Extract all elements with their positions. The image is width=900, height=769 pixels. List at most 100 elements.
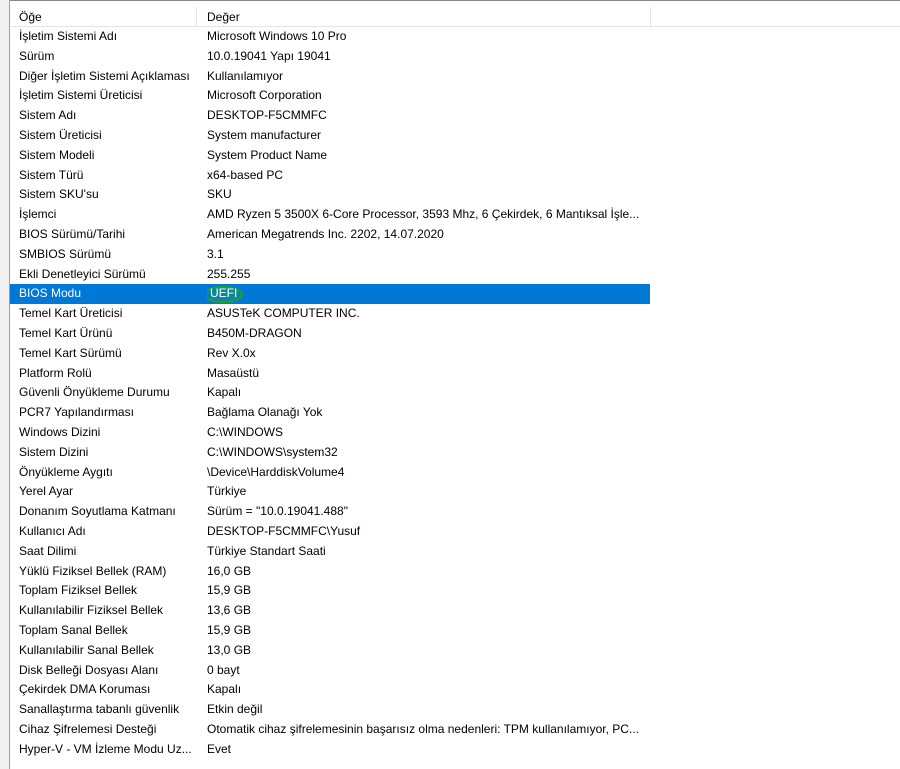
row-item-label: Cihaz Şifrelemesi Desteği <box>19 721 157 736</box>
row-item-label: Temel Kart Üreticisi <box>19 306 123 321</box>
list-rows: İşletim Sistemi Adı Microsoft Windows 10 … <box>10 27 900 759</box>
row-item-label: İşletim Sistemi Adı <box>19 29 118 43</box>
circled-highlight-marker: UEFI <box>207 284 244 304</box>
row-item-label: Güvenli Önyükleme Durumu <box>19 385 170 400</box>
row-item-label: Toplam Fiziksel Bellek <box>19 583 138 598</box>
table-row[interactable]: Sistem Modeli System Product Name <box>10 146 900 166</box>
table-row[interactable]: BIOS Sürümü/Tarihi American Megatrends In… <box>10 225 900 245</box>
table-row-selected[interactable]: BIOS Modu UEFI <box>10 284 900 305</box>
row-item-label: İşletim Sistemi Üreticisi <box>19 88 143 103</box>
row-value: DESKTOP-F5CMMFC <box>207 108 327 123</box>
row-item-label: BIOS Modu <box>19 286 82 301</box>
row-item-label: Önyükleme Aygıtı <box>19 464 113 479</box>
row-value: Türkiye Standart Saati <box>207 543 326 558</box>
table-row[interactable]: Donanım Soyutlama Katmanı Sürüm = "10.0.1… <box>10 502 900 522</box>
table-row[interactable]: Temel Kart Üreticisi ASUSTeK COMPUTER INC… <box>10 304 900 324</box>
row-value: 0 bayt <box>207 662 240 677</box>
row-value: 16,0 GB <box>207 563 252 578</box>
row-value: AMD Ryzen 5 3500X 6-Core Processor, 3593… <box>207 207 640 222</box>
table-row[interactable]: Sanallaştırma tabanlı güvenlik Etkin deği… <box>10 700 900 720</box>
table-row[interactable]: Kullanılabilir Sanal Bellek 13,0 GB <box>10 641 900 661</box>
table-row[interactable]: Sistem Dizini C:\WINDOWS\system32 <box>10 443 900 463</box>
table-row[interactable]: SMBIOS Sürümü 3.1 <box>10 245 900 265</box>
table-row[interactable]: Saat Dilimi Türkiye Standart Saati <box>10 542 900 562</box>
row-value: American Megatrends Inc. 2202, 14.07.202… <box>207 226 444 241</box>
row-item-label: SMBIOS Sürümü <box>19 246 112 261</box>
row-value: Microsoft Corporation <box>207 88 322 103</box>
row-value: Kullanılamıyor <box>207 68 284 83</box>
table-row[interactable]: Kullanılabilir Fiziksel Bellek 13,6 GB <box>10 601 900 621</box>
row-value: \Device\HarddiskVolume4 <box>207 464 345 479</box>
system-summary-list[interactable]: Öğe Değer İşletim Sistemi Adı Microsoft W… <box>10 0 900 769</box>
table-row[interactable]: Toplam Fiziksel Bellek 15,9 GB <box>10 581 900 601</box>
table-row[interactable]: Temel Kart Sürümü Rev X.0x <box>10 344 900 364</box>
row-item-label: Sistem Modeli <box>19 147 95 162</box>
table-row[interactable]: İşletim Sistemi Üreticisi Microsoft Corpo… <box>10 86 900 106</box>
row-item-label: Donanım Soyutlama Katmanı <box>19 504 176 519</box>
row-item-label: Saat Dilimi <box>19 543 77 558</box>
row-item-label: Platform Rolü <box>19 365 92 380</box>
table-row[interactable]: Temel Kart Ürünü B450M-DRAGON <box>10 324 900 344</box>
row-value: 10.0.19041 Yapı 19041 <box>207 48 331 63</box>
row-value: 13,0 GB <box>207 642 252 657</box>
table-row[interactable]: Kullanıcı Adı DESKTOP-F5CMMFC\Yusuf <box>10 522 900 542</box>
row-value: Masaüstü <box>207 365 260 380</box>
row-value: SKU <box>207 187 232 202</box>
row-item-label: Kullanılabilir Fiziksel Bellek <box>19 603 164 618</box>
row-value: 15,9 GB <box>207 622 252 637</box>
row-item-label: Sistem Üreticisi <box>19 127 102 142</box>
row-value: C:\WINDOWS <box>207 424 283 439</box>
row-value: UEFI <box>207 284 652 304</box>
table-row[interactable]: Sistem Türü x64-based PC <box>10 166 900 186</box>
row-item-label: Windows Dizini <box>19 424 101 439</box>
table-row[interactable]: Yerel Ayar Türkiye <box>10 482 900 502</box>
table-row[interactable]: Sistem SKU'su SKU <box>10 185 900 205</box>
table-row[interactable]: PCR7 Yapılandırması Bağlama Olanağı Yok <box>10 403 900 423</box>
table-row[interactable]: Disk Belleği Dosyası Alanı 0 bayt <box>10 661 900 681</box>
row-item-label: Sistem SKU'su <box>19 187 99 202</box>
table-row[interactable]: Toplam Sanal Bellek 15,9 GB <box>10 621 900 641</box>
table-row[interactable]: Cihaz Şifrelemesi Desteği Otomatik cihaz … <box>10 720 900 740</box>
row-item-label: Sistem Türü <box>19 167 84 182</box>
table-row[interactable]: Windows Dizini C:\WINDOWS <box>10 423 900 443</box>
table-row[interactable]: Yüklü Fiziksel Bellek (RAM) 16,0 GB <box>10 562 900 582</box>
row-item-label: Sürüm <box>19 48 55 63</box>
row-item-label: Temel Kart Sürümü <box>19 345 122 360</box>
row-value: ASUSTeK COMPUTER INC. <box>207 306 360 321</box>
table-row[interactable]: Sistem Üreticisi System manufacturer <box>10 126 900 146</box>
table-row[interactable]: Önyükleme Aygıtı \Device\HarddiskVolume4 <box>10 463 900 483</box>
row-value: 255.255 <box>207 266 251 281</box>
row-item-label: İşlemci <box>19 207 57 222</box>
table-row[interactable]: İşlemci AMD Ryzen 5 3500X 6-Core Processo… <box>10 205 900 225</box>
table-row[interactable]: Sistem Adı DESKTOP-F5CMMFC <box>10 106 900 126</box>
row-item-label: Sistem Dizini <box>19 444 89 459</box>
column-header-value[interactable]: Değer <box>198 7 651 27</box>
table-row[interactable]: Diğer İşletim Sistemi Açıklaması Kullanıl… <box>10 67 900 87</box>
row-item-label: Diğer İşletim Sistemi Açıklaması <box>19 68 190 83</box>
row-item-label: Disk Belleği Dosyası Alanı <box>19 662 159 677</box>
row-value: x64-based PC <box>207 167 284 182</box>
row-value: Otomatik cihaz şifrelemesinin başarısız … <box>207 721 639 736</box>
table-row[interactable]: Çekirdek DMA Koruması Kapalı <box>10 680 900 700</box>
row-item-label: Yüklü Fiziksel Bellek (RAM) <box>19 563 167 578</box>
column-header-item[interactable]: Öğe <box>10 7 197 27</box>
row-item-label: Yerel Ayar <box>19 484 74 499</box>
row-item-label: Ekli Denetleyici Sürümü <box>19 266 146 281</box>
row-value: 3.1 <box>207 246 224 261</box>
table-row[interactable]: İşletim Sistemi Adı Microsoft Windows 10 … <box>10 27 900 47</box>
row-item-label: Kullanılabilir Sanal Bellek <box>19 642 154 657</box>
left-pane-edge[interactable] <box>0 0 10 769</box>
table-row[interactable]: Platform Rolü Masaüstü <box>10 364 900 384</box>
table-row[interactable]: Sürüm 10.0.19041 Yapı 19041 <box>10 47 900 67</box>
table-row[interactable]: Ekli Denetleyici Sürümü 255.255 <box>10 265 900 285</box>
table-row[interactable]: Güvenli Önyükleme Durumu Kapalı <box>10 383 900 403</box>
row-item-label: Sanallaştırma tabanlı güvenlik <box>19 702 180 717</box>
row-item-label: Sistem Adı <box>19 108 77 123</box>
row-value: System manufacturer <box>207 127 322 142</box>
row-value: Kapalı <box>207 385 242 400</box>
row-value: Kapalı <box>207 682 242 697</box>
row-item-label: Kullanıcı Adı <box>19 523 86 538</box>
row-value: Evet <box>207 741 232 756</box>
row-item-label: Temel Kart Ürünü <box>19 325 113 340</box>
table-row[interactable]: Hyper-V - VM İzleme Modu Uz... Evet <box>10 740 900 760</box>
